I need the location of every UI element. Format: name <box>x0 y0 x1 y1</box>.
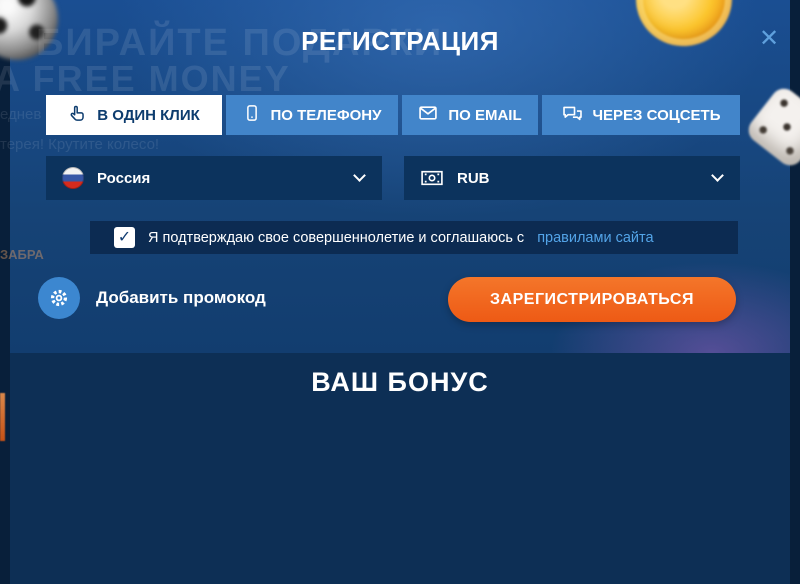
social-chat-icon <box>562 104 583 127</box>
country-select-value: Россия <box>97 170 150 187</box>
tab-label: ЧЕРЕЗ СОЦСЕТЬ <box>593 107 721 124</box>
banknote-icon <box>420 169 444 187</box>
tab-label: В ОДИН КЛИК <box>97 107 200 124</box>
consent-checkbox[interactable]: ✓ <box>114 227 135 248</box>
registration-page: БИРАЙТЕ ПОДАРКИ A FREE MONEY еднев терея… <box>0 0 800 584</box>
register-button[interactable]: ЗАРЕГИСТРИРОВАТЬСЯ <box>448 277 736 322</box>
locale-selects: Россия RUB <box>46 156 740 200</box>
consent-text: Я подтверждаю свое совершеннолетие и сог… <box>148 230 524 246</box>
bonus-title: ВАШ БОНУС <box>10 367 790 398</box>
bonus-section: ВАШ БОНУС <box>10 353 790 584</box>
russia-flag-icon <box>62 167 84 189</box>
currency-select-value: RUB <box>457 170 490 187</box>
promo-label: Добавить промокод <box>96 288 266 308</box>
phone-icon <box>243 104 261 126</box>
promo-code-toggle[interactable]: Добавить промокод <box>38 277 266 319</box>
tab-one-click[interactable]: В ОДИН КЛИК <box>46 95 222 135</box>
one-click-hand-icon <box>68 104 87 127</box>
chevron-down-icon <box>711 169 724 182</box>
gear-icon <box>48 287 70 309</box>
tab-by-phone[interactable]: ПО ТЕЛЕФОНУ <box>226 95 398 135</box>
tab-label: ПО EMAIL <box>448 107 521 124</box>
email-icon <box>418 104 438 126</box>
site-rules-link[interactable]: правилами сайта <box>537 230 653 246</box>
country-select[interactable]: Россия <box>46 156 382 200</box>
consent-bar: ✓ Я подтверждаю свое совершеннолетие и с… <box>90 221 738 254</box>
background-banner-edge <box>0 393 5 441</box>
tab-label: ПО ТЕЛЕФОНУ <box>271 107 382 124</box>
modal-title: РЕГИСТРАЦИЯ <box>0 26 800 57</box>
tab-via-social[interactable]: ЧЕРЕЗ СОЦСЕТЬ <box>542 95 740 135</box>
chevron-down-icon <box>353 169 366 182</box>
currency-select[interactable]: RUB <box>404 156 740 200</box>
close-icon[interactable]: ✕ <box>752 22 786 56</box>
registration-tabs: В ОДИН КЛИК ПО ТЕЛЕФОНУ ПО EMAIL <box>46 95 740 135</box>
tab-by-email[interactable]: ПО EMAIL <box>402 95 538 135</box>
promo-circle-button[interactable] <box>38 277 80 319</box>
